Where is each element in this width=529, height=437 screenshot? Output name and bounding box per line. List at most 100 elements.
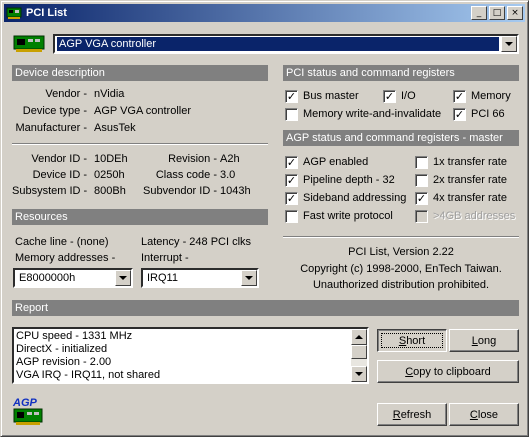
checkbox-memory[interactable]: ✓: [453, 89, 466, 103]
close-button[interactable]: Close: [449, 403, 519, 426]
rate-4x-label: 4x transfer rate: [433, 192, 507, 204]
checkbox-bus-master[interactable]: ✓: [285, 89, 298, 103]
short-accel: S: [398, 334, 407, 347]
io-label: I/O: [401, 90, 416, 102]
checkbox-rate-1x[interactable]: [415, 155, 428, 169]
memory-label: Memory: [471, 90, 511, 102]
long-rest: ong: [477, 334, 497, 347]
class-code-value: 3.0: [220, 169, 236, 181]
checkbox-sideband[interactable]: ✓: [285, 191, 298, 205]
pci-list-window: PCI List _ □ × AGP VGA controller Device…: [0, 0, 529, 437]
sideband-label: Sideband addressing: [303, 192, 407, 204]
report-scrollbar[interactable]: [351, 329, 367, 382]
subsystem-id-value: 800Bh: [94, 185, 126, 197]
memory-checkbox[interactable]: ✓ Memory: [453, 89, 511, 103]
checkbox-pipeline-depth[interactable]: ✓: [285, 173, 298, 187]
title-bar[interactable]: PCI List _ □ ×: [4, 4, 525, 22]
interrupt-value: IRQ11: [147, 272, 178, 284]
memory-addresses-label: Memory addresses -: [15, 252, 116, 264]
interrupt-select[interactable]: IRQ11: [141, 268, 259, 288]
refresh-accel: R: [392, 408, 401, 421]
revision-label: Revision -: [168, 153, 217, 165]
window-title: PCI List: [26, 7, 67, 19]
list-item: CPU speed - 1331 MHz: [16, 330, 133, 342]
device-select-value: AGP VGA controller: [57, 37, 499, 51]
class-code-label: Class code -: [155, 169, 217, 181]
chevron-down-icon: [245, 276, 253, 280]
addr-4gb-checkbox: >4GB addresses: [415, 209, 515, 223]
vendor-value: nVidia: [94, 88, 125, 100]
device-type-value: AGP VGA controller: [94, 105, 192, 117]
device-select[interactable]: AGP VGA controller: [53, 34, 519, 54]
close-window-button[interactable]: ×: [507, 6, 523, 20]
mwi-label: Memory write-and-invalidate: [303, 108, 442, 120]
close-icon: ×: [511, 7, 519, 18]
resources-header: Resources: [12, 209, 268, 225]
fast-write-label: Fast write protocol: [303, 210, 393, 222]
rate-4x-checkbox[interactable]: ✓ 4x transfer rate: [415, 191, 507, 205]
copy-to-clipboard-button[interactable]: Copy to clipboard: [377, 360, 519, 383]
version-text: PCI List, Version 2.22: [348, 246, 454, 258]
maximize-button[interactable]: □: [489, 6, 505, 20]
pci-device-icon: [13, 35, 45, 52]
checkbox-io[interactable]: ✓: [383, 89, 396, 103]
long-button[interactable]: Long: [449, 329, 519, 352]
short-rest: hort: [406, 334, 426, 347]
copy-rest: opy to clipboard: [413, 365, 491, 378]
mwi-checkbox[interactable]: Memory write-and-invalidate: [285, 107, 441, 121]
agp-enabled-checkbox[interactable]: ✓ AGP enabled: [285, 155, 368, 169]
memory-address-value: E8000000h: [19, 272, 76, 284]
list-item: DirectX - initialized: [16, 343, 108, 355]
report-list[interactable]: CPU speed - 1331 MHz DirectX - initializ…: [12, 327, 369, 384]
agp-logo-text: AGP: [13, 397, 37, 409]
list-item: VGA IRQ - IRQ11, not shared: [16, 369, 161, 381]
agp-enabled-label: AGP enabled: [303, 156, 369, 168]
pipeline-depth-checkbox[interactable]: ✓ Pipeline depth - 32: [285, 173, 395, 187]
device-id-value: 0250h: [94, 169, 125, 181]
chevron-down-icon: [119, 276, 127, 280]
rate-1x-checkbox[interactable]: 1x transfer rate: [415, 155, 507, 169]
scroll-thumb[interactable]: [351, 345, 367, 359]
latency-text: Latency - 248 PCI clks: [141, 236, 252, 248]
pci66-checkbox[interactable]: ✓ PCI 66: [453, 107, 505, 121]
io-checkbox[interactable]: ✓ I/O: [383, 89, 416, 103]
minimize-icon: _: [476, 7, 482, 18]
manufacturer-label: Manufacturer -: [15, 122, 87, 134]
device-description-header: Device description: [12, 65, 268, 81]
scroll-down-button[interactable]: [351, 366, 367, 382]
device-select-arrow[interactable]: [501, 36, 517, 52]
interrupt-arrow[interactable]: [241, 270, 257, 286]
memory-address-arrow[interactable]: [115, 270, 131, 286]
checkbox-rate-4x[interactable]: ✓: [415, 191, 428, 205]
divider: [12, 143, 268, 145]
refresh-button[interactable]: Refresh: [377, 403, 447, 426]
checkbox-agp-enabled[interactable]: ✓: [285, 155, 298, 169]
vendor-label: Vendor -: [45, 88, 87, 100]
agp-status-header: AGP status and command registers - maste…: [283, 130, 519, 146]
copyright-text: Copyright (c) 1998-2000, EnTech Taiwan.: [300, 263, 502, 275]
report-header: Report: [12, 300, 519, 316]
subsystem-id-label: Subsystem ID -: [12, 185, 88, 197]
copy-accel: C: [405, 365, 414, 378]
fast-write-checkbox[interactable]: Fast write protocol: [285, 209, 393, 223]
minimize-button[interactable]: _: [471, 6, 487, 20]
bus-master-label: Bus master: [303, 90, 359, 102]
checkbox-fast-write[interactable]: [285, 209, 298, 223]
pci-card-icon: [6, 7, 22, 19]
scroll-up-button[interactable]: [351, 329, 367, 345]
checkbox-pci66[interactable]: ✓: [453, 107, 466, 121]
chevron-up-icon: [355, 335, 363, 339]
checkbox-mwi[interactable]: [285, 107, 298, 121]
rate-1x-label: 1x transfer rate: [433, 156, 507, 168]
short-button[interactable]: Short: [377, 329, 447, 352]
subvendor-id-value: 1043h: [220, 185, 251, 197]
pci-status-header: PCI status and command registers: [283, 65, 519, 81]
interrupt-label: Interrupt -: [141, 252, 189, 264]
bus-master-checkbox[interactable]: ✓ Bus master: [285, 89, 359, 103]
sideband-checkbox[interactable]: ✓ Sideband addressing: [285, 191, 406, 205]
memory-address-select[interactable]: E8000000h: [13, 268, 133, 288]
cache-line-text: Cache line - (none): [15, 236, 109, 248]
rate-2x-checkbox[interactable]: 2x transfer rate: [415, 173, 507, 187]
vendor-id-value: 10DEh: [94, 153, 128, 165]
checkbox-rate-2x[interactable]: [415, 173, 428, 187]
